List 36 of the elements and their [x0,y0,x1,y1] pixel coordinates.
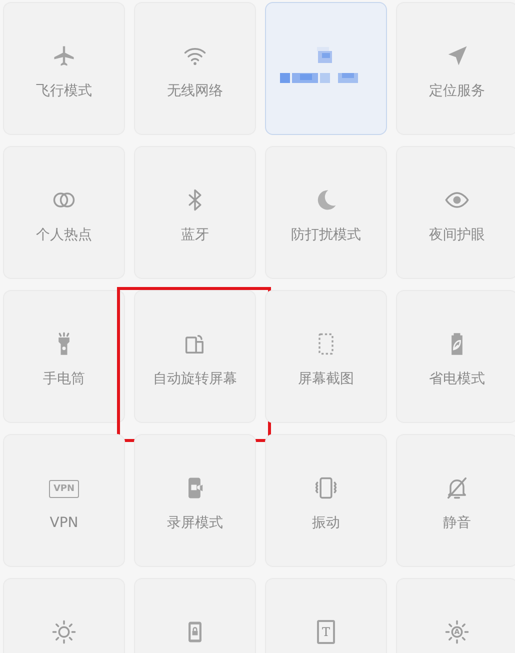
tile-label: 自动旋转屏幕 [153,370,237,389]
tile-label: 夜间护眼 [429,226,485,245]
toggle-tile[interactable]: 手电筒 [3,290,125,423]
tile-label: 防打扰模式 [291,226,361,245]
tile-label: 定位服务 [429,82,485,101]
tile-label: 振动 [312,514,340,533]
tile-label: 省电模式 [429,370,485,389]
vpn-icon: VPN [49,480,79,498]
toggle-tile[interactable] [265,2,387,135]
toggle-tile[interactable]: 屏幕截图 [265,290,387,423]
toggle-tile[interactable]: VPN VPN [3,434,125,567]
toggle-tile[interactable]: 无线网络 [134,2,256,135]
tile-label: 飞行模式 [36,82,92,101]
toggle-tile[interactable]: 夜间护眼 [396,146,515,279]
toggle-tile[interactable]: 静音 [396,434,515,567]
tile-label: 无线网络 [167,82,223,101]
toggle-tile[interactable]: 自动旋转屏幕 [134,290,256,423]
toggle-tile[interactable]: 蓝牙 [134,146,256,279]
tile-label: 静音 [443,514,471,533]
text-frame-icon: T [317,620,335,644]
tile-label: 屏幕截图 [298,370,354,389]
tile-label: 个人热点 [36,226,92,245]
tile-label: 手电筒 [43,370,85,389]
phone-vibrate-icon [313,475,339,501]
toggle-tile[interactable]: 振动 [265,434,387,567]
toggle-tile[interactable]: T [265,578,387,653]
tile-label: VPN [50,514,78,533]
tile-label: 蓝牙 [181,226,209,245]
toggle-tile[interactable]: 省电模式 [396,290,515,423]
toggle-tile[interactable]: 定位服务 [396,2,515,135]
sun-icon [51,619,77,645]
toggle-tile[interactable]: 防打扰模式 [265,146,387,279]
toggle-tile[interactable]: 录屏模式 [134,434,256,567]
toggle-tile[interactable]: 飞行模式 [3,2,125,135]
toggle-tile[interactable]: 个人热点 [3,146,125,279]
tile-label: 录屏模式 [167,514,223,533]
